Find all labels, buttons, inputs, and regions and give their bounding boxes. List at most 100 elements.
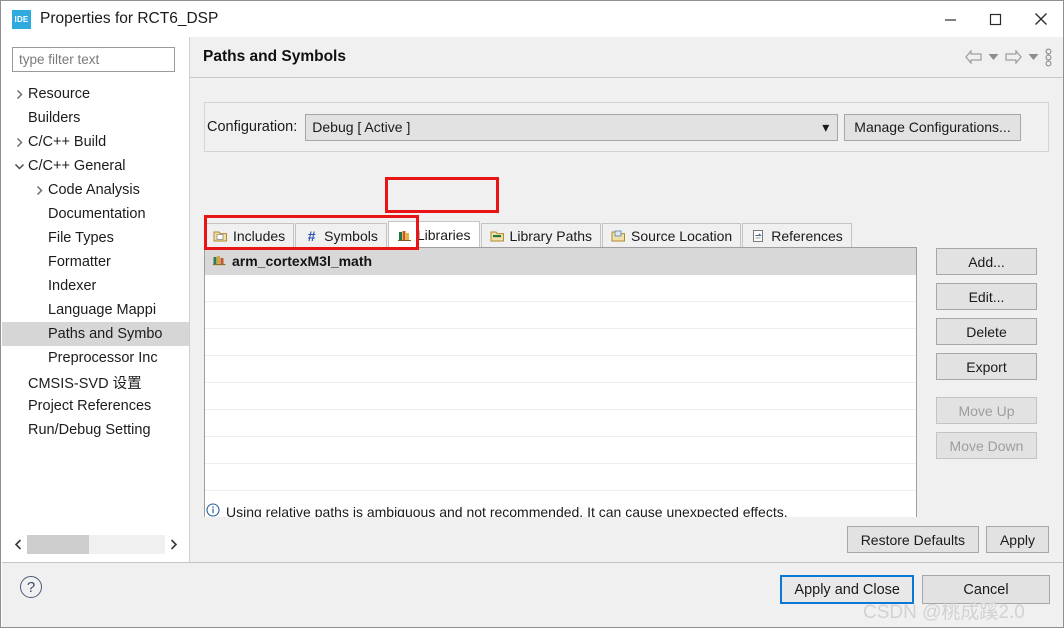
ide-app-icon: IDE xyxy=(12,9,31,29)
sidebar-item-label: Builders xyxy=(28,110,81,126)
tab-libraries[interactable]: Libraries xyxy=(387,221,480,248)
chevron-right-icon[interactable] xyxy=(30,185,48,196)
apply-and-close-button[interactable]: Apply and Close xyxy=(780,575,914,604)
sidebar-item-label: Documentation xyxy=(48,206,146,222)
library-list-empty-row[interactable] xyxy=(205,356,916,383)
move-down-button: Move Down xyxy=(936,432,1037,459)
library-list-empty-row[interactable] xyxy=(205,383,916,410)
help-circle-icon[interactable]: ? xyxy=(20,576,42,598)
settings-sidebar: type filter text Resource Builders C/C++ B… xyxy=(2,37,190,562)
tab-label: Includes xyxy=(233,227,286,244)
tab-label: Libraries xyxy=(416,226,471,243)
edit-button[interactable]: Edit... xyxy=(936,283,1037,310)
forward-arrow-icon[interactable] xyxy=(1002,50,1025,64)
scroll-right-icon[interactable] xyxy=(165,535,182,554)
window-controls xyxy=(928,1,1063,37)
export-button[interactable]: Export xyxy=(936,353,1037,380)
sidebar-item-label: Language Mappi xyxy=(48,302,157,318)
sidebar-item-indexer[interactable]: Indexer xyxy=(2,274,189,298)
sidebar-item-documentation[interactable]: Documentation xyxy=(2,202,189,226)
scrollbar-track[interactable] xyxy=(27,535,165,554)
tab-label: References xyxy=(771,227,843,244)
library-icon xyxy=(212,253,227,270)
sidebar-item-label: Preprocessor Inc xyxy=(48,350,158,366)
tab-label: Source Location xyxy=(631,227,733,244)
page-title: Paths and Symbols xyxy=(203,48,346,65)
back-history-chevron-down-icon[interactable] xyxy=(985,53,1002,61)
back-arrow-icon[interactable] xyxy=(962,50,985,64)
forward-history-chevron-down-icon[interactable] xyxy=(1025,53,1042,61)
sidebar-item-c-c-build[interactable]: C/C++ Build xyxy=(2,130,189,154)
sidebar-item-cmsis-svd-设置[interactable]: CMSIS-SVD 设置 xyxy=(2,370,189,394)
sidebar-item-label: CMSIS-SVD 设置 xyxy=(28,375,142,392)
tab-label: Library Paths xyxy=(509,227,593,244)
library-path-folder-icon xyxy=(490,228,505,243)
includes-folder-icon xyxy=(213,228,228,243)
sidebar-item-label: Paths and Symbo xyxy=(48,326,163,342)
properties-dialog: IDE Properties for RCT6_DSP type filter … xyxy=(0,0,1064,628)
sidebar-item-code-analysis[interactable]: Code Analysis xyxy=(2,178,189,202)
scroll-left-icon[interactable] xyxy=(10,535,27,554)
minimize-icon[interactable] xyxy=(928,1,973,37)
library-list-item[interactable]: arm_cortexM3l_math xyxy=(205,248,916,275)
sidebar-item-language-mappi[interactable]: Language Mappi xyxy=(2,298,189,322)
hash-icon: # xyxy=(307,227,316,244)
manage-configurations-button[interactable]: Manage Configurations... xyxy=(844,113,1021,141)
chevron-right-icon[interactable] xyxy=(10,89,28,100)
library-list-empty-row[interactable] xyxy=(205,437,916,464)
books-icon xyxy=(397,227,412,242)
tab-library-paths[interactable]: Library Paths xyxy=(480,223,602,248)
sidebar-item-formatter[interactable]: Formatter xyxy=(2,250,189,274)
sidebar-horizontal-scrollbar[interactable] xyxy=(10,535,182,554)
sidebar-item-label: Formatter xyxy=(48,254,111,270)
filter-input[interactable]: type filter text xyxy=(12,47,175,72)
sidebar-item-label: Project References xyxy=(28,398,152,414)
library-list-empty-row[interactable] xyxy=(205,410,916,437)
sidebar-item-builders[interactable]: Builders xyxy=(2,106,189,130)
sidebar-item-label: File Types xyxy=(48,230,114,246)
add-button[interactable]: Add... xyxy=(936,248,1037,275)
chevron-right-icon[interactable] xyxy=(10,137,28,148)
configuration-select[interactable]: Debug [ Active ] ▾ xyxy=(305,113,839,141)
sidebar-item-project-references[interactable]: Project References xyxy=(2,394,189,418)
sidebar-item-label: Code Analysis xyxy=(48,182,140,198)
libraries-list[interactable]: arm_cortexM3l_math xyxy=(204,247,917,522)
settings-content-panel: Paths and Symbols Configuration: Debug [… xyxy=(190,37,1063,562)
delete-button[interactable]: Delete xyxy=(936,318,1037,345)
library-list-empty-row[interactable] xyxy=(205,302,916,329)
configuration-label: Configuration: xyxy=(207,119,298,135)
chevron-down-icon: ▾ xyxy=(822,118,830,135)
library-list-empty-row[interactable] xyxy=(205,329,916,356)
close-icon[interactable] xyxy=(1018,1,1063,37)
sidebar-item-file-types[interactable]: File Types xyxy=(2,226,189,250)
sidebar-item-resource[interactable]: Resource xyxy=(2,82,189,106)
view-menu-vertical-kebab-icon[interactable] xyxy=(1042,48,1055,67)
configuration-value: Debug [ Active ] xyxy=(312,119,411,135)
title-bar: IDE Properties for RCT6_DSP xyxy=(1,1,1063,37)
move-up-button: Move Up xyxy=(936,397,1037,424)
window-title: Properties for RCT6_DSP xyxy=(40,10,219,27)
sidebar-item-label: C/C++ Build xyxy=(28,134,107,150)
library-name: arm_cortexM3l_math xyxy=(232,253,373,269)
restore-defaults-button[interactable]: Restore Defaults xyxy=(846,526,979,553)
paths-symbols-tabs: Includes # Symbols Libraries Library Paths So… xyxy=(204,221,1049,248)
cancel-button[interactable]: Cancel xyxy=(922,575,1050,604)
tab-symbols[interactable]: # Symbols xyxy=(295,223,387,248)
chevron-down-icon[interactable] xyxy=(10,162,28,171)
scrollbar-thumb[interactable] xyxy=(27,535,89,554)
tab-source-location[interactable]: Source Location xyxy=(602,223,742,248)
footer-buttons: Apply and Close Cancel xyxy=(780,575,1050,604)
maximize-icon[interactable] xyxy=(973,1,1018,37)
tab-references[interactable]: References xyxy=(742,223,852,248)
sidebar-item-preprocessor-inc[interactable]: Preprocessor Inc xyxy=(2,346,189,370)
sidebar-item-run-debug-setting[interactable]: Run/Debug Setting xyxy=(2,418,189,442)
page-toolbar xyxy=(962,48,1063,67)
library-list-empty-row[interactable] xyxy=(205,275,916,302)
tab-includes[interactable]: Includes xyxy=(204,223,295,248)
library-list-empty-row[interactable] xyxy=(205,464,916,491)
sidebar-item-c-c-general[interactable]: C/C++ General xyxy=(2,154,189,178)
page-header: Paths and Symbols xyxy=(190,37,1063,78)
sidebar-item-label: Run/Debug Setting xyxy=(28,422,151,438)
sidebar-item-paths-and-symbo[interactable]: Paths and Symbo xyxy=(2,322,189,346)
apply-button[interactable]: Apply xyxy=(985,526,1049,553)
